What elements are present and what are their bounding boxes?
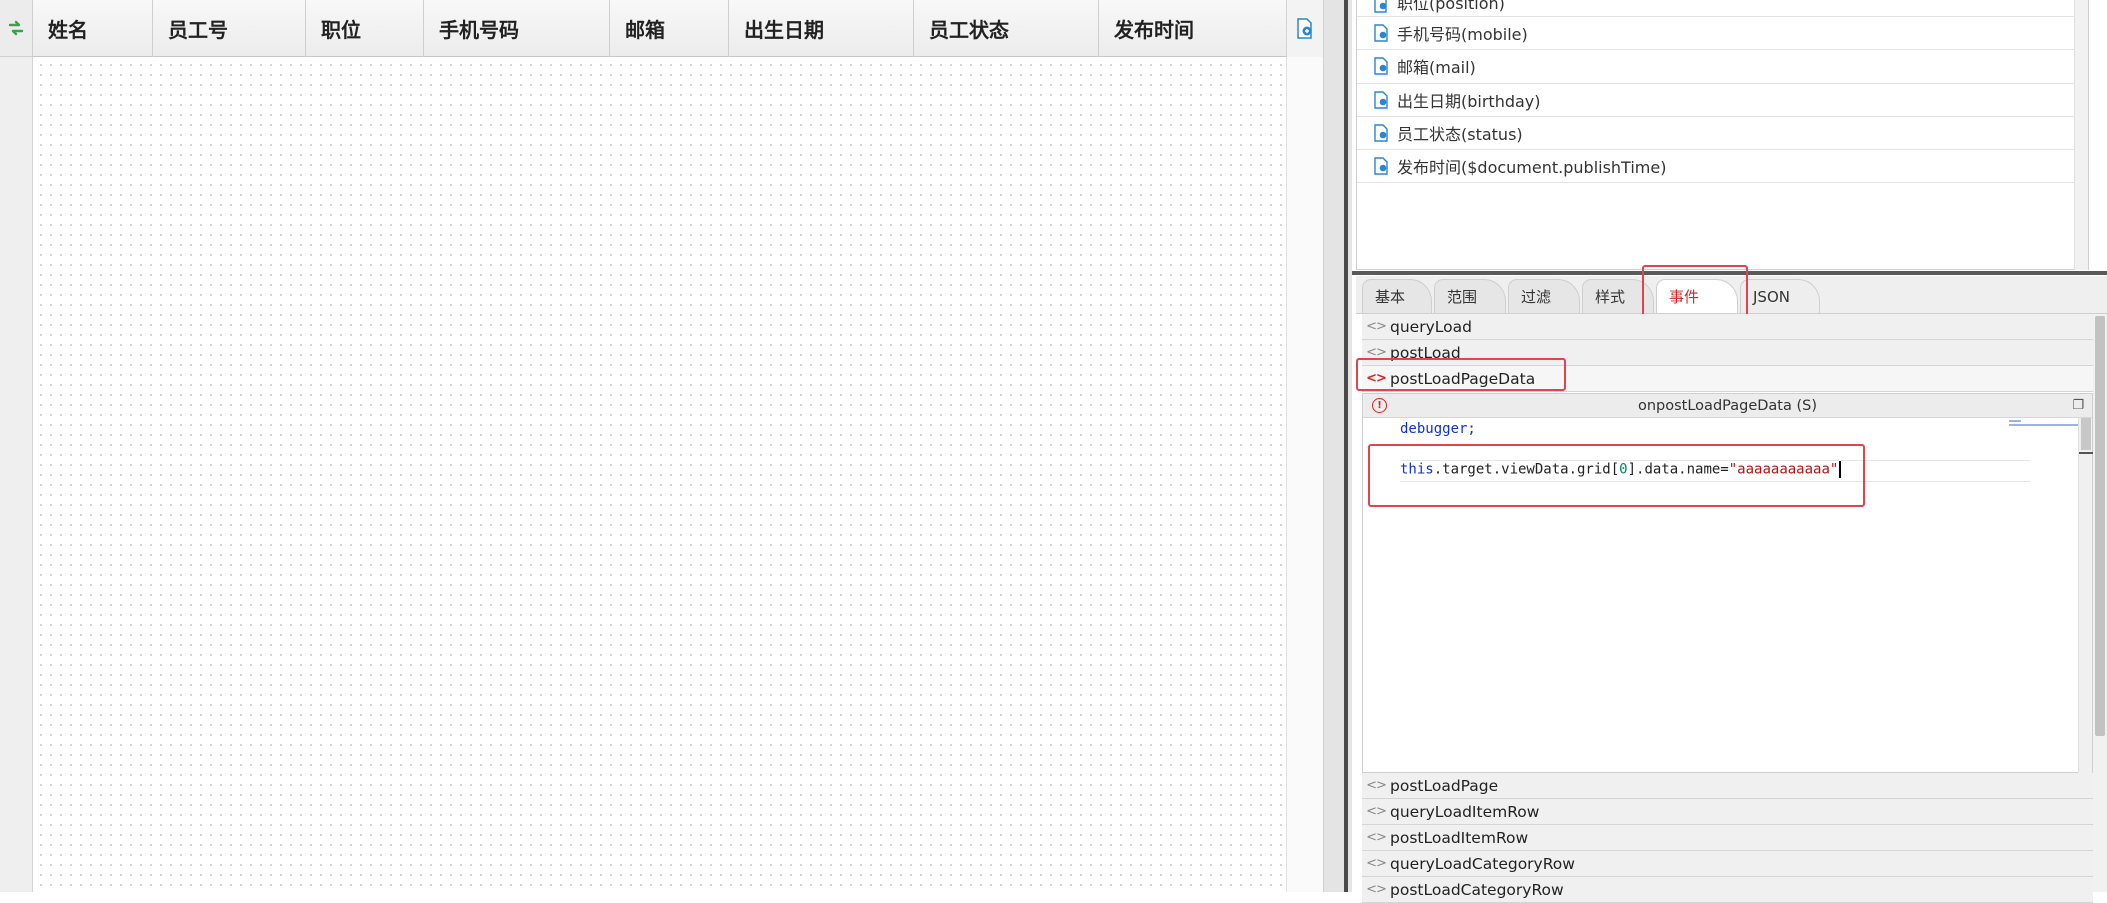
- field-icon: [1374, 24, 1388, 42]
- field-label: 手机号码(mobile): [1397, 25, 1528, 45]
- row-gutter: [0, 57, 33, 892]
- event-label: postLoadCategoryRow: [1390, 880, 1564, 899]
- field-icon: [1374, 0, 1387, 13]
- code-line: debugger;: [1400, 421, 1476, 437]
- code-icon: <>: [1366, 830, 1387, 845]
- field-label: 员工状态(status): [1397, 125, 1523, 145]
- field-icon: [1374, 91, 1388, 109]
- grid-header: 姓名 员工号 职位 手机号码 邮箱 出生日期 员工状态 发布时间: [33, 0, 1286, 57]
- field-item[interactable]: 邮箱(mail): [1357, 50, 2088, 84]
- field-item[interactable]: 出生日期(birthday): [1357, 84, 2088, 117]
- field-icon: [1374, 124, 1388, 142]
- code-minimap[interactable]: [2009, 418, 2079, 432]
- field-list: 职位(position) 手机号码(mobile) 邮箱(mail) 出生日期(…: [1356, 0, 2089, 270]
- maximize-icon[interactable]: ❐: [2072, 398, 2084, 413]
- event-item[interactable]: <> postLoadCategoryRow: [1362, 877, 2093, 903]
- tab-scope[interactable]: 范围: [1434, 279, 1506, 313]
- column-header[interactable]: 员工状态: [914, 0, 1099, 57]
- splitter-bar[interactable]: [1344, 0, 1348, 892]
- panel-splitter[interactable]: [1323, 0, 1352, 892]
- event-item[interactable]: <> postLoadItemRow: [1362, 825, 2093, 851]
- event-label: queryLoadCategoryRow: [1390, 854, 1575, 873]
- refresh-button[interactable]: [0, 0, 33, 57]
- field-item[interactable]: 发布时间($document.publishTime): [1357, 150, 2088, 184]
- column-header[interactable]: 职位: [306, 0, 424, 57]
- highlight-code: [1368, 444, 1865, 507]
- field-label: 发布时间($document.publishTime): [1397, 158, 1667, 178]
- column-header[interactable]: 手机号码: [424, 0, 610, 57]
- event-label: queryLoadItemRow: [1390, 802, 1540, 821]
- code-icon: <>: [1366, 804, 1387, 819]
- code-token: debugger;: [1400, 421, 1476, 437]
- properties-panel: 职位(position) 手机号码(mobile) 邮箱(mail) 出生日期(…: [1352, 0, 2107, 903]
- field-list-scrollbar[interactable]: [2074, 0, 2088, 270]
- event-item[interactable]: <> postLoadPage: [1362, 773, 2093, 799]
- editor-title-bar: ! onpostLoadPageData (S) ❐: [1363, 394, 2092, 418]
- editor-scrollbar[interactable]: [2078, 418, 2093, 774]
- field-icon: [1374, 57, 1388, 76]
- editor-title: onpostLoadPageData (S): [1637, 397, 1817, 414]
- code-icon: <>: [1366, 319, 1387, 334]
- events-scrollbar[interactable]: [2093, 314, 2107, 892]
- grid-canvas[interactable]: [33, 57, 1286, 892]
- tab-json[interactable]: JSON: [1740, 279, 1820, 313]
- add-column-button[interactable]: [1286, 0, 1323, 57]
- field-item[interactable]: 手机号码(mobile): [1357, 17, 2088, 51]
- event-item[interactable]: <> queryLoadItemRow: [1362, 799, 2093, 825]
- code-icon: <>: [1366, 778, 1387, 793]
- field-item[interactable]: 员工状态(status): [1357, 117, 2088, 151]
- event-item[interactable]: <> queryLoad: [1362, 314, 2093, 340]
- column-header[interactable]: 姓名: [33, 0, 153, 57]
- event-label: queryLoad: [1390, 317, 1472, 336]
- field-item[interactable]: 职位(position): [1357, 0, 2088, 17]
- code-icon: <>: [1366, 882, 1387, 897]
- column-header[interactable]: 员工号: [153, 0, 306, 57]
- event-label: postLoadItemRow: [1390, 828, 1529, 847]
- tab-basic[interactable]: 基本: [1362, 279, 1432, 313]
- tab-filter[interactable]: 过滤: [1508, 279, 1580, 313]
- column-header[interactable]: 出生日期: [729, 0, 914, 57]
- field-label: 职位(position): [1397, 0, 1505, 13]
- refresh-icon: [8, 20, 24, 36]
- scroll-thumb[interactable]: [2081, 418, 2091, 450]
- column-header[interactable]: 发布时间: [1099, 0, 1286, 57]
- field-label: 出生日期(birthday): [1397, 91, 1541, 111]
- field-icon: [1374, 157, 1388, 176]
- highlight-events-tab: [1642, 265, 1748, 317]
- field-label: 邮箱(mail): [1397, 58, 1476, 78]
- code-icon: <>: [1366, 856, 1387, 871]
- event-item[interactable]: <> queryLoadCategoryRow: [1362, 851, 2093, 877]
- column-header[interactable]: 邮箱: [610, 0, 729, 57]
- warning-icon: !: [1372, 398, 1387, 413]
- scroll-mark: [2079, 452, 2093, 454]
- grid-side-strip: [1286, 57, 1323, 892]
- scroll-thumb[interactable]: [2095, 316, 2105, 736]
- grid-designer: 姓名 员工号 职位 手机号码 邮箱 出生日期 员工状态 发布时间: [0, 0, 1323, 892]
- add-column-icon: [1297, 17, 1312, 39]
- event-label: postLoadPage: [1390, 776, 1499, 795]
- highlight-open-event: [1356, 358, 1566, 391]
